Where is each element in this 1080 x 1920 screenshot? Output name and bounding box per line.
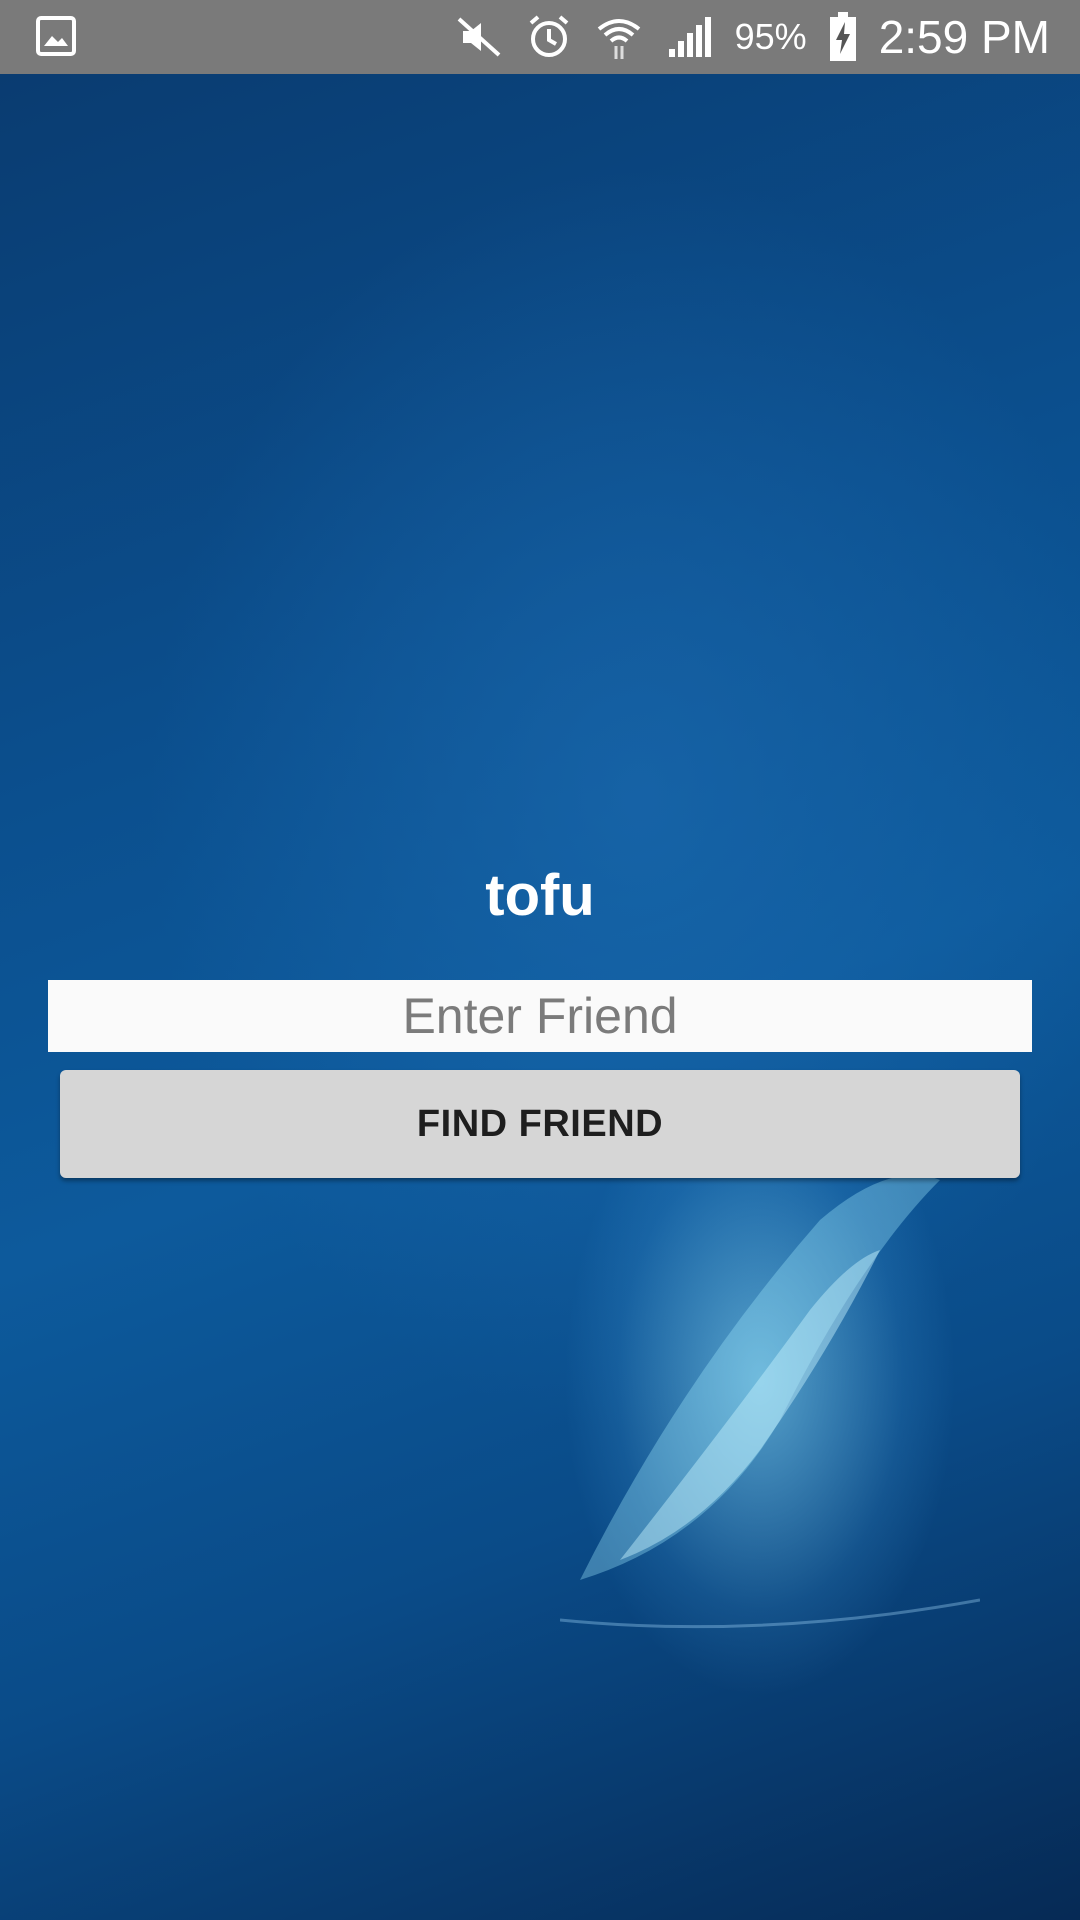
find-friend-button[interactable]: FIND FRIEND — [60, 1070, 1020, 1178]
mute-icon — [455, 13, 503, 61]
status-bar: 95% 2:59 PM — [0, 0, 1080, 74]
alarm-icon — [525, 13, 573, 61]
app-screen: 95% 2:59 PM tofu FIND FRIEND — [0, 0, 1080, 1920]
clock: 2:59 PM — [878, 11, 1050, 63]
status-icons: 95% 2:59 PM — [455, 0, 1050, 74]
wifi-icon — [595, 13, 643, 61]
battery-charging-icon — [829, 12, 857, 62]
cellular-signal-icon — [665, 13, 713, 61]
app-title: tofu — [485, 863, 595, 928]
friend-name-input[interactable] — [48, 980, 1032, 1052]
battery-percent: 95% — [734, 16, 807, 57]
image-notification-icon — [36, 16, 76, 56]
background-light-streak — [560, 1175, 980, 1629]
